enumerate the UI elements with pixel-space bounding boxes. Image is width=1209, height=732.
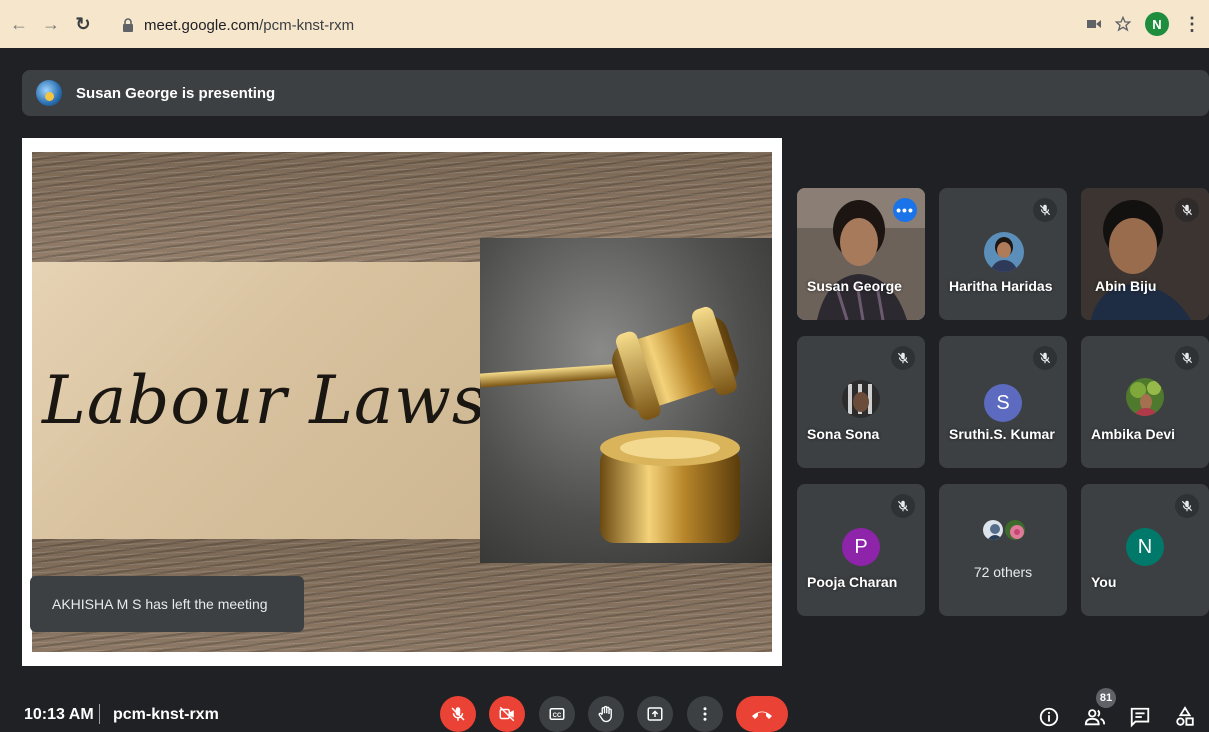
- presenting-banner: Susan George is presenting: [22, 70, 1209, 116]
- participant-tile[interactable]: P Pooja Charan: [797, 484, 925, 616]
- meeting-time: 10:13 AM: [24, 706, 94, 723]
- participant-name: Sona Sona: [807, 426, 880, 442]
- bookmark-star-icon[interactable]: [1115, 16, 1131, 32]
- captions-button[interactable]: CC: [539, 696, 575, 732]
- others-avatar: [1003, 518, 1027, 542]
- participant-name: You: [1091, 574, 1117, 590]
- participant-tile[interactable]: N You: [1081, 484, 1209, 616]
- more-options-button[interactable]: [687, 696, 723, 732]
- camera-toggle-button[interactable]: [489, 696, 525, 732]
- notification-toast: AKHISHA M S has left the meeting: [30, 576, 304, 632]
- participant-name: Haritha Haridas: [949, 278, 1053, 294]
- url-text: meet.google.com/pcm-knst-rxm: [144, 16, 355, 34]
- participant-name: Susan George: [807, 278, 902, 294]
- leave-call-button[interactable]: [736, 696, 788, 732]
- raise-hand-button[interactable]: [588, 696, 624, 732]
- chrome-menu-icon[interactable]: ⋮: [1183, 14, 1201, 35]
- others-count: 72 others: [973, 564, 1033, 580]
- hang-up-icon: [752, 711, 772, 719]
- address-bar[interactable]: meet.google.com/pcm-knst-rxm: [110, 10, 1160, 40]
- participant-avatar: [1126, 378, 1164, 416]
- activities-button[interactable]: [1172, 704, 1198, 730]
- slide-title-panel: Labour Laws: [32, 262, 490, 539]
- participant-tile[interactable]: S Sruthi.S. Kumar: [939, 336, 1067, 468]
- back-icon[interactable]: ←: [6, 11, 32, 37]
- hand-icon: [598, 705, 612, 723]
- info-icon: [1039, 707, 1059, 727]
- camera-off-icon: [499, 706, 515, 722]
- mic-off-icon: [1175, 494, 1199, 518]
- chat-icon: [1130, 707, 1150, 728]
- divider: [99, 704, 100, 724]
- meeting-controls-bar: 10:13 AM pcm-knst-rxm CC 81: [0, 688, 1209, 732]
- participant-name: Sruthi.S. Kumar: [949, 426, 1055, 442]
- notification-text: AKHISHA M S has left the meeting: [52, 596, 268, 612]
- lock-icon: [123, 18, 133, 32]
- participant-tile[interactable]: Haritha Haridas: [939, 188, 1067, 320]
- mic-toggle-button[interactable]: [440, 696, 476, 732]
- forward-icon[interactable]: →: [38, 11, 64, 37]
- participant-tile[interactable]: Sona Sona: [797, 336, 925, 468]
- participant-avatar: S: [984, 384, 1022, 422]
- mic-off-icon: [891, 346, 915, 370]
- presenter-avatar: [36, 80, 62, 106]
- participant-tile[interactable]: ••• Susan George: [797, 188, 925, 320]
- gavel-image: [480, 238, 772, 563]
- browser-toolbar: ← → ↻ meet.google.com/pcm-knst-rxm N ⋮: [0, 0, 1209, 48]
- mic-off-icon: [891, 494, 915, 518]
- participant-name: Abin Biju: [1095, 278, 1157, 294]
- slide-title: Labour Laws: [42, 362, 487, 439]
- more-vert-icon: [703, 707, 707, 721]
- mic-off-icon: [1033, 346, 1057, 370]
- participant-tile[interactable]: Ambika Devi: [1081, 336, 1209, 468]
- others-avatar: [981, 518, 1005, 542]
- mic-off-icon: [1175, 346, 1199, 370]
- activities-icon: [1176, 706, 1194, 726]
- present-screen-icon: [647, 707, 663, 721]
- presenting-text: Susan George is presenting: [76, 84, 276, 102]
- reload-icon[interactable]: ↻: [70, 11, 96, 37]
- people-icon: [1084, 709, 1106, 726]
- svg-text:CC: CC: [553, 713, 562, 719]
- meeting-code: pcm-knst-rxm: [113, 706, 219, 723]
- mic-off-icon: [451, 707, 465, 721]
- captions-icon: CC: [549, 708, 565, 720]
- present-now-button[interactable]: [637, 696, 673, 732]
- camera-icon[interactable]: [1087, 19, 1101, 29]
- participant-name: Ambika Devi: [1091, 426, 1176, 442]
- more-options-icon[interactable]: •••: [893, 198, 917, 222]
- chat-button[interactable]: [1127, 704, 1153, 730]
- participant-avatar: N: [1126, 528, 1164, 566]
- others-tile[interactable]: 72 others: [939, 484, 1067, 616]
- participant-avatar: P: [842, 528, 880, 566]
- participant-avatar: [984, 232, 1024, 272]
- profile-avatar[interactable]: N: [1145, 12, 1169, 36]
- people-button[interactable]: [1082, 704, 1108, 730]
- participant-avatar: [842, 380, 880, 418]
- mic-off-icon: [1033, 198, 1057, 222]
- mic-off-icon: [1175, 198, 1199, 222]
- participant-tile[interactable]: Abin Biju: [1081, 188, 1209, 320]
- participant-name: Pooja Charan: [807, 574, 898, 590]
- meeting-details-button[interactable]: [1036, 704, 1062, 730]
